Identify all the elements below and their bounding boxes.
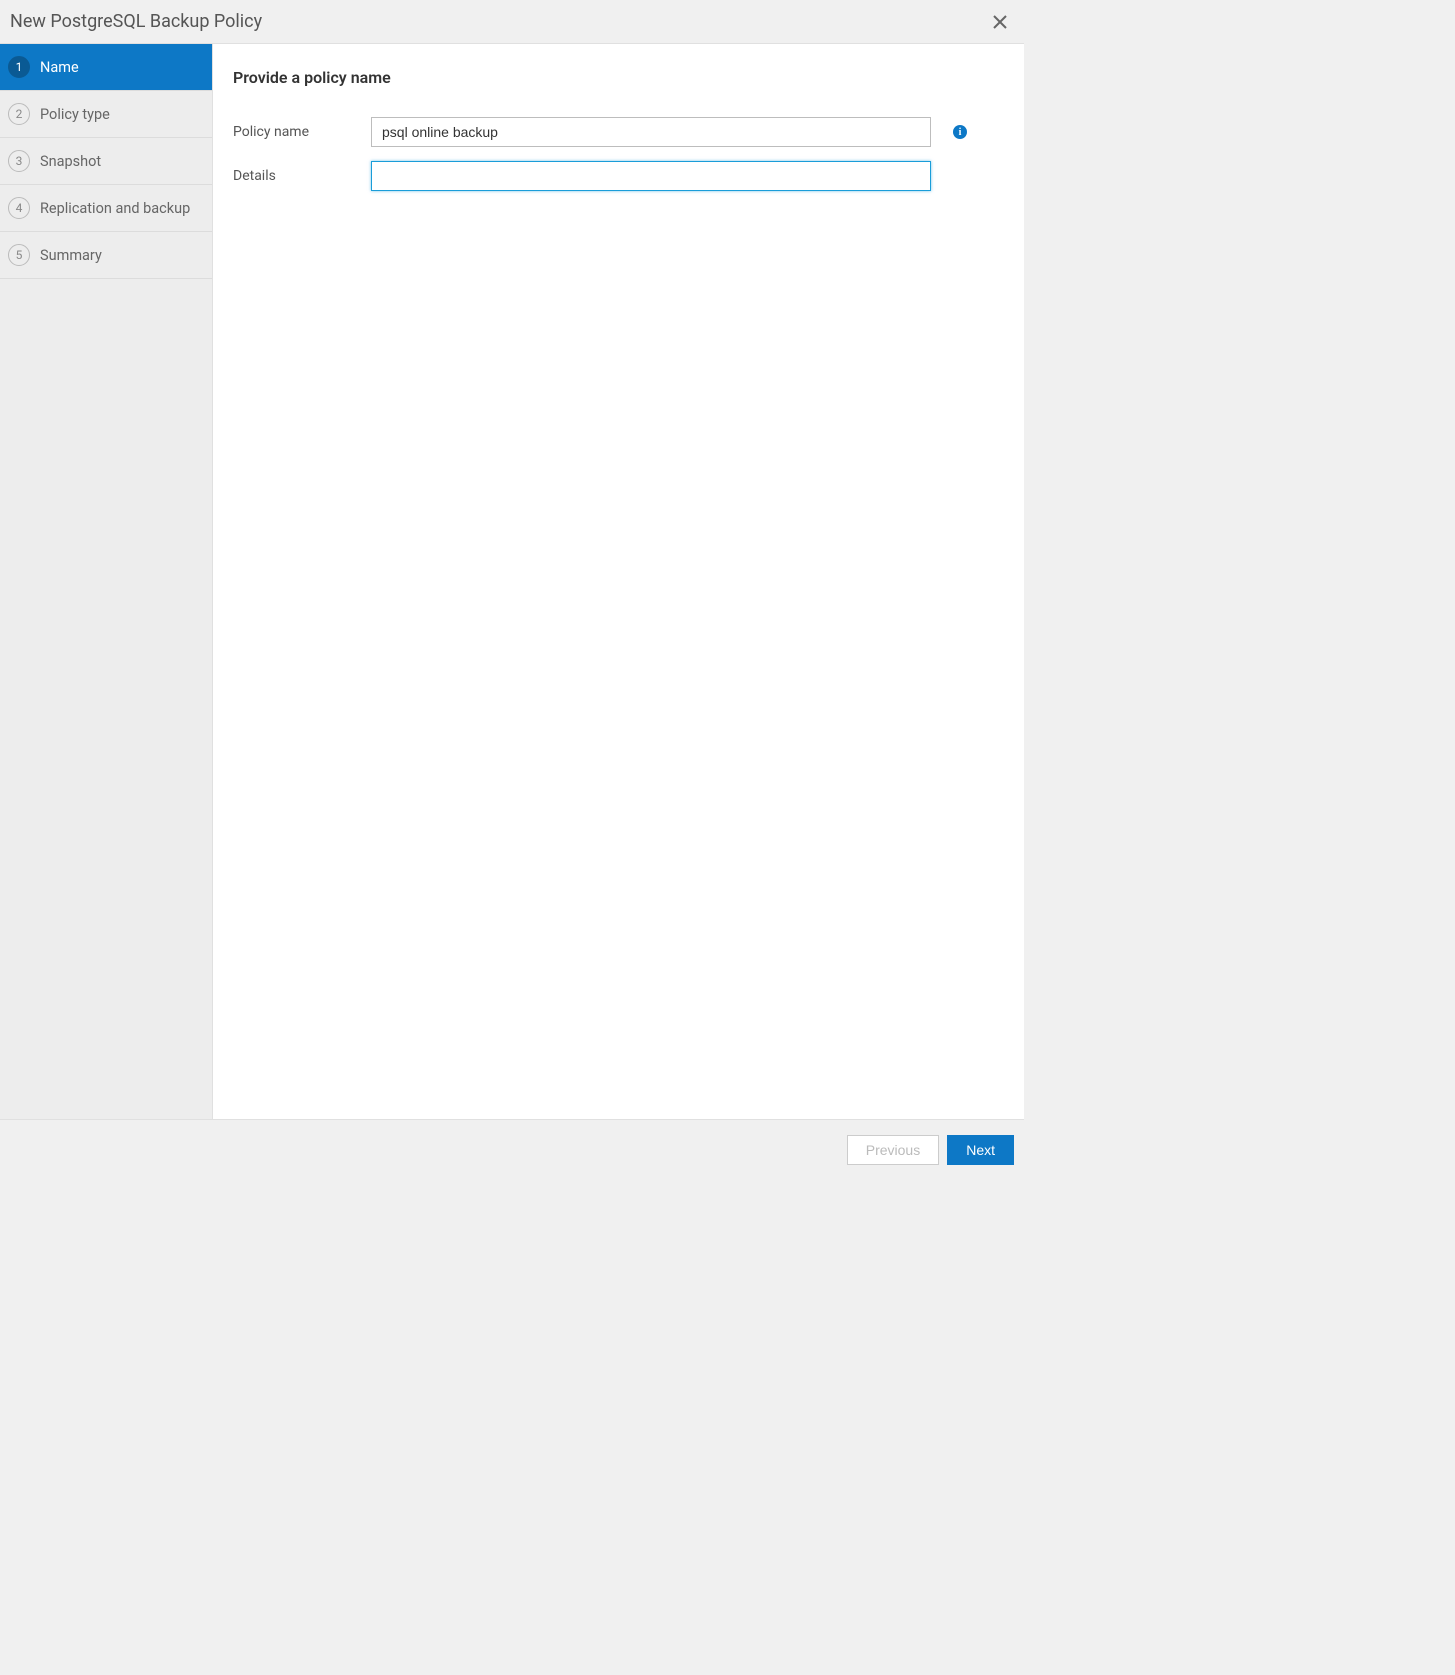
step-label: Name [40, 59, 79, 76]
form-row-policy-name: Policy name i [233, 117, 1004, 147]
close-button[interactable] [990, 12, 1010, 32]
previous-button: Previous [847, 1135, 939, 1165]
dialog-footer: Previous Next [0, 1119, 1024, 1179]
policy-name-label: Policy name [233, 124, 371, 140]
step-summary[interactable]: 5 Summary [0, 232, 212, 279]
policy-name-input[interactable] [371, 117, 931, 147]
step-policy-type[interactable]: 2 Policy type [0, 91, 212, 138]
dialog-title: New PostgreSQL Backup Policy [10, 11, 262, 32]
details-label: Details [233, 168, 371, 184]
step-number: 4 [8, 197, 30, 219]
step-label: Summary [40, 247, 102, 264]
step-name[interactable]: 1 Name [0, 44, 212, 91]
step-replication-backup[interactable]: 4 Replication and backup [0, 185, 212, 232]
step-number: 2 [8, 103, 30, 125]
form-row-details: Details [233, 161, 1004, 191]
dialog-header: New PostgreSQL Backup Policy [0, 0, 1024, 44]
details-input[interactable] [371, 161, 931, 191]
wizard-sidebar: 1 Name 2 Policy type 3 Snapshot 4 Replic… [0, 44, 213, 1119]
step-snapshot[interactable]: 3 Snapshot [0, 138, 212, 185]
next-button[interactable]: Next [947, 1135, 1014, 1165]
dialog-body: 1 Name 2 Policy type 3 Snapshot 4 Replic… [0, 44, 1024, 1119]
step-number: 1 [8, 56, 30, 78]
info-icon[interactable]: i [953, 125, 967, 139]
close-icon [992, 14, 1008, 30]
step-label: Replication and backup [40, 200, 190, 217]
page-heading: Provide a policy name [233, 68, 1004, 87]
step-label: Snapshot [40, 153, 101, 170]
step-label: Policy type [40, 106, 110, 123]
step-number: 5 [8, 244, 30, 266]
wizard-content: Provide a policy name Policy name i Deta… [213, 44, 1024, 1119]
step-number: 3 [8, 150, 30, 172]
